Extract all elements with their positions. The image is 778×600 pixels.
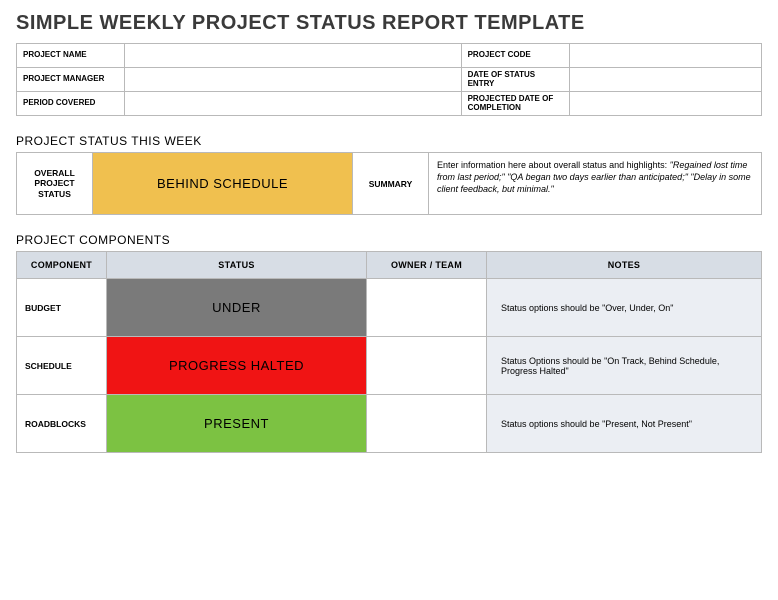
- project-code-label: PROJECT CODE: [461, 44, 569, 68]
- overall-status-value[interactable]: BEHIND SCHEDULE: [93, 153, 353, 215]
- summary-value[interactable]: Enter information here about overall sta…: [429, 153, 762, 215]
- project-name-label: PROJECT NAME: [17, 44, 125, 68]
- projected-date-value[interactable]: [569, 92, 761, 116]
- component-notes[interactable]: Status Options should be "On Track, Behi…: [487, 337, 762, 395]
- components-heading: PROJECT COMPONENTS: [16, 233, 762, 247]
- col-notes: NOTES: [487, 252, 762, 279]
- component-label: ROADBLOCKS: [17, 395, 107, 453]
- component-label: BUDGET: [17, 279, 107, 337]
- component-label: SCHEDULE: [17, 337, 107, 395]
- status-week-heading: PROJECT STATUS THIS WEEK: [16, 134, 762, 148]
- col-status: STATUS: [107, 252, 367, 279]
- component-notes[interactable]: Status options should be "Present, Not P…: [487, 395, 762, 453]
- component-status[interactable]: PROGRESS HALTED: [107, 337, 367, 395]
- status-week-table: OVERALL PROJECT STATUS BEHIND SCHEDULE S…: [16, 152, 762, 215]
- table-row: ROADBLOCKSPRESENT Status options should b…: [17, 395, 762, 453]
- component-status[interactable]: UNDER: [107, 279, 367, 337]
- col-owner: OWNER / TEAM: [367, 252, 487, 279]
- period-covered-label: PERIOD COVERED: [17, 92, 125, 116]
- table-row: SCHEDULEPROGRESS HALTED Status Options sh…: [17, 337, 762, 395]
- period-covered-value[interactable]: [125, 92, 461, 116]
- summary-label: SUMMARY: [353, 153, 429, 215]
- date-status-label: DATE OF STATUS ENTRY: [461, 68, 569, 92]
- components-table: COMPONENT STATUS OWNER / TEAM NOTES BUDG…: [16, 251, 762, 453]
- projected-date-label: PROJECTED DATE OF COMPLETION: [461, 92, 569, 116]
- project-name-value[interactable]: [125, 44, 461, 68]
- component-owner[interactable]: [367, 279, 487, 337]
- project-manager-label: PROJECT MANAGER: [17, 68, 125, 92]
- col-component: COMPONENT: [17, 252, 107, 279]
- page-title: SIMPLE WEEKLY PROJECT STATUS REPORT TEMP…: [16, 12, 762, 35]
- overall-status-label: OVERALL PROJECT STATUS: [17, 153, 93, 215]
- project-info-table: PROJECT NAME PROJECT CODE PROJECT MANAGE…: [16, 43, 762, 116]
- date-status-value[interactable]: [569, 68, 761, 92]
- project-manager-value[interactable]: [125, 68, 461, 92]
- component-owner[interactable]: [367, 395, 487, 453]
- summary-intro: Enter information here about overall sta…: [437, 160, 670, 170]
- table-row: BUDGETUNDER Status options should be "Ove…: [17, 279, 762, 337]
- component-owner[interactable]: [367, 337, 487, 395]
- project-code-value[interactable]: [569, 44, 761, 68]
- component-notes[interactable]: Status options should be "Over, Under, O…: [487, 279, 762, 337]
- component-status[interactable]: PRESENT: [107, 395, 367, 453]
